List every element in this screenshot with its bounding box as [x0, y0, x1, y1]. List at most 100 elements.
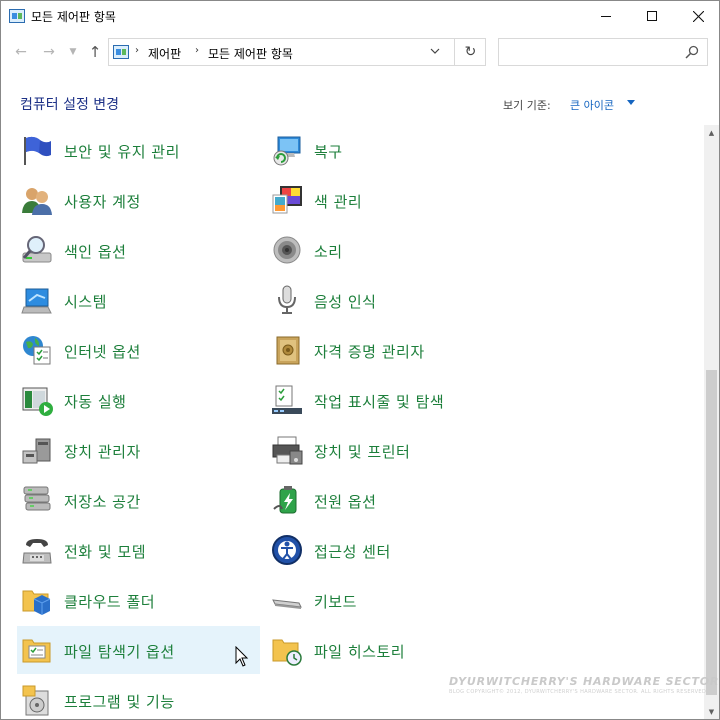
- item-color-management[interactable]: 색 관리: [267, 176, 510, 224]
- item-power-options[interactable]: 전원 옵션: [267, 476, 510, 524]
- breadcrumb-chevron-icon[interactable]: ›: [195, 45, 199, 56]
- item-internet-options[interactable]: 인터넷 옵션: [17, 326, 260, 374]
- item-label: 복구: [314, 143, 343, 161]
- up-arrow-icon: ↑: [88, 43, 102, 61]
- search-input[interactable]: [498, 38, 708, 66]
- control-panel-window: 모든 제어판 항목 ← → ▼ ↑ › 제어판 › 모든 제어판 항목 ↻ 컴퓨…: [0, 0, 720, 720]
- programs-features-icon: [22, 685, 49, 716]
- item-label: 색인 옵션: [64, 243, 127, 261]
- view-by-dropdown[interactable]: 큰 아이콘: [570, 97, 614, 113]
- item-label: 시스템: [64, 293, 107, 311]
- item-user-accounts[interactable]: 사용자 계정: [17, 176, 260, 224]
- scroll-down-arrow-icon: ▼: [708, 707, 715, 716]
- close-button[interactable]: [675, 1, 720, 31]
- view-by-label: 보기 기준:: [503, 99, 551, 112]
- recovery-icon: [273, 136, 301, 166]
- dropdown-arrow-icon[interactable]: [627, 100, 635, 105]
- up-button[interactable]: ↑: [85, 41, 105, 63]
- vertical-scrollbar[interactable]: ▲ ▼: [704, 125, 719, 719]
- navigation-bar: ← → ▼ ↑ › 제어판 › 모든 제어판 항목 ↻: [1, 37, 719, 67]
- scroll-down-button[interactable]: ▼: [704, 704, 719, 719]
- back-button[interactable]: ←: [11, 41, 31, 63]
- item-label: 저장소 공간: [64, 493, 141, 511]
- minimize-button[interactable]: [583, 1, 629, 31]
- item-file-explorer-options[interactable]: 파일 탐색기 옵션: [17, 626, 260, 674]
- keyboard-icon: [272, 599, 302, 609]
- autoplay-icon: [22, 387, 53, 416]
- chevron-down-icon: [430, 48, 440, 54]
- recent-locations-button[interactable]: ▼: [63, 41, 83, 63]
- credential-manager-icon: [276, 336, 300, 365]
- page-title: 컴퓨터 설정 변경: [20, 97, 120, 113]
- item-recovery[interactable]: 복구: [267, 126, 510, 174]
- chevron-down-icon: ▼: [69, 47, 77, 57]
- control-panel-icon: [9, 9, 25, 23]
- color-management-icon: [272, 186, 302, 214]
- item-credential-manager[interactable]: 자격 증명 관리자: [267, 326, 510, 374]
- item-label: 장치 관리자: [64, 443, 141, 461]
- item-label: 자격 증명 관리자: [314, 343, 425, 361]
- item-label: 키보드: [314, 593, 357, 611]
- file-explorer-options-icon: [22, 639, 51, 663]
- item-autoplay[interactable]: 자동 실행: [17, 376, 260, 424]
- breadcrumb-control-panel[interactable]: 제어판: [148, 45, 181, 62]
- scroll-up-arrow-icon: ▲: [708, 128, 715, 137]
- mouse-cursor-icon: [235, 646, 249, 667]
- item-cloud-folders[interactable]: 클라우드 폴더: [17, 576, 260, 624]
- item-label: 전원 옵션: [314, 493, 377, 511]
- breadcrumb-chevron-icon[interactable]: ›: [135, 45, 139, 56]
- microphone-icon: [278, 285, 296, 314]
- title-bar: 모든 제어판 항목: [1, 1, 719, 31]
- item-label: 파일 탐색기 옵션: [64, 643, 175, 661]
- item-label: 자동 실행: [64, 393, 127, 411]
- item-device-manager[interactable]: 장치 관리자: [17, 426, 260, 474]
- close-icon: [692, 10, 704, 22]
- item-label: 클라우드 폴더: [64, 593, 156, 611]
- forward-arrow-icon: →: [43, 44, 55, 60]
- taskbar-icon: [272, 385, 302, 414]
- maximize-icon: [647, 11, 657, 21]
- item-phone-modem[interactable]: 전화 및 모뎀: [17, 526, 260, 574]
- item-label: 전화 및 모뎀: [64, 543, 147, 561]
- breadcrumb-all-items[interactable]: 모든 제어판 항목: [208, 45, 293, 62]
- item-devices-printers[interactable]: 장치 및 프린터: [267, 426, 510, 474]
- address-dropdown-button[interactable]: [425, 45, 445, 59]
- item-speech-recognition[interactable]: 음성 인식: [267, 276, 510, 324]
- item-label: 소리: [314, 243, 343, 261]
- device-manager-icon: [22, 438, 51, 464]
- item-file-history[interactable]: 파일 히스토리: [267, 626, 510, 674]
- forward-button[interactable]: →: [39, 41, 59, 63]
- item-label: 사용자 계정: [64, 193, 141, 211]
- refresh-icon: ↻: [464, 44, 477, 60]
- item-label: 장치 및 프린터: [314, 443, 411, 461]
- item-security-maintenance[interactable]: 보안 및 유지 관리: [17, 126, 260, 174]
- scroll-up-button[interactable]: ▲: [704, 125, 719, 140]
- item-keyboard[interactable]: 키보드: [267, 576, 510, 624]
- refresh-button[interactable]: ↻: [454, 39, 486, 65]
- item-label: 색 관리: [314, 193, 363, 211]
- watermark-title: DYURWITCHERRY'S HARDWARE SECTOR: [449, 675, 720, 688]
- item-sound[interactable]: 소리: [267, 226, 510, 274]
- item-indexing-options[interactable]: 색인 옵션: [17, 226, 260, 274]
- minimize-icon: [601, 15, 611, 17]
- search-icon: [685, 45, 699, 59]
- item-ease-of-access[interactable]: 접근성 센터: [267, 526, 510, 574]
- sound-icon: [273, 236, 301, 264]
- system-icon: [21, 288, 52, 314]
- maximize-button[interactable]: [629, 1, 675, 31]
- item-storage-spaces[interactable]: 저장소 공간: [17, 476, 260, 524]
- item-system[interactable]: 시스템: [17, 276, 260, 324]
- item-label: 접근성 센터: [314, 543, 391, 561]
- power-options-icon: [273, 486, 297, 514]
- window-title: 모든 제어판 항목: [31, 10, 116, 24]
- control-panel-items: 보안 및 유지 관리 복구 사용자 계정 색 관리 색인 옵션 소리 시스템 음…: [1, 125, 704, 719]
- address-bar[interactable]: › 제어판 › 모든 제어판 항목 ↻: [108, 38, 486, 66]
- back-arrow-icon: ←: [15, 44, 27, 60]
- item-label: 작업 표시줄 및 탐색: [314, 393, 445, 411]
- item-programs-features[interactable]: 프로그램 및 기능: [17, 676, 260, 719]
- scroll-thumb[interactable]: [706, 370, 717, 695]
- watermark-copyright: BLOG COPYRIGHT© 2012, DYURWITCHERRY'S HA…: [449, 689, 709, 695]
- cloud-folder-icon: [22, 590, 51, 615]
- item-taskbar-navigation[interactable]: 작업 표시줄 및 탐색: [267, 376, 510, 424]
- item-label: 음성 인식: [314, 293, 377, 311]
